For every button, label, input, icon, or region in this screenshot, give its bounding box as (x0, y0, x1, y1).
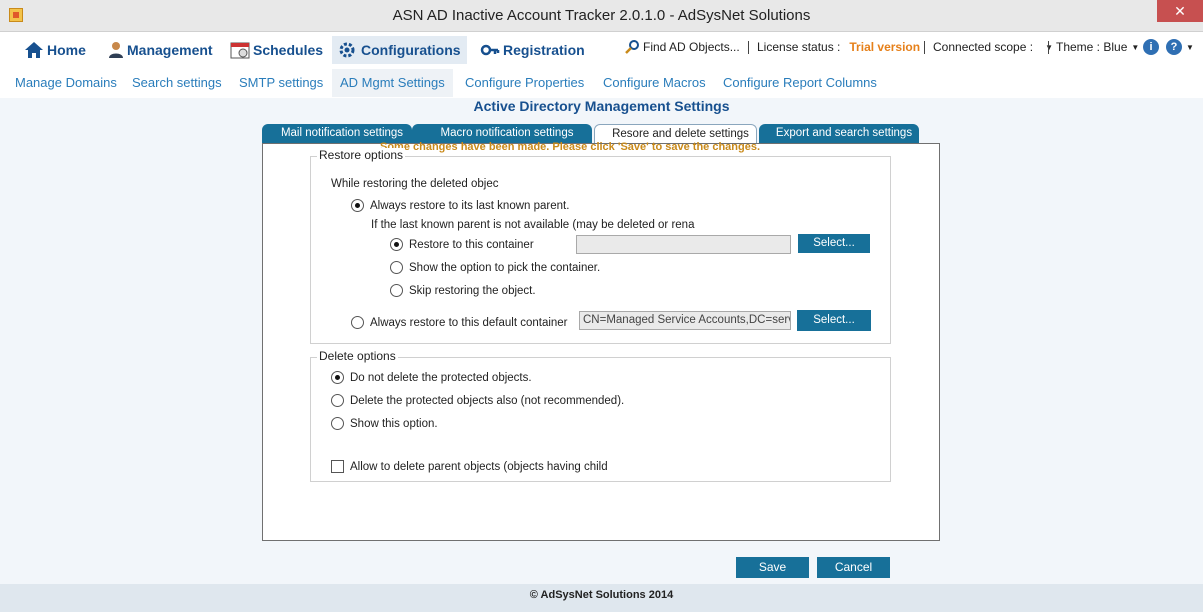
subnav-configure-report-columns[interactable]: Configure Report Columns (723, 75, 877, 90)
title-bar: ASN AD Inactive Account Tracker 2.0.1.0 … (0, 0, 1203, 32)
radio-selected-icon (331, 371, 344, 384)
restore-options-legend: Restore options (317, 148, 406, 162)
radio-restore-last-parent-label: Always restore to its last known parent. (370, 199, 570, 212)
help-button[interactable]: ? ▼ (1166, 39, 1194, 55)
container-input[interactable] (576, 235, 791, 254)
divider (924, 41, 925, 54)
chevron-down-icon: ▼ (1186, 42, 1194, 52)
sub-navigation: Manage Domains Search settings SMTP sett… (8, 66, 1203, 98)
gear-icon (339, 42, 355, 58)
checkbox-delete-parent-objects[interactable]: Allow to delete parent objects (objects … (331, 460, 608, 473)
radio-unselected-icon (331, 394, 344, 407)
find-ad-objects-label: Find AD Objects... (643, 40, 740, 54)
search-icon (625, 40, 639, 54)
parent-unavailable-note: If the last known parent is not availabl… (371, 219, 695, 231)
calendar-icon (230, 42, 250, 59)
nav-configurations[interactable]: Configurations (332, 36, 467, 64)
select-default-container-button[interactable]: Select... (797, 310, 871, 331)
footer-copyright: © AdSysNet Solutions 2014 (0, 584, 1203, 612)
home-icon (25, 42, 43, 58)
radio-delete-protected[interactable]: Delete the protected objects also (not r… (331, 394, 624, 407)
radio-show-pick-container[interactable]: Show the option to pick the container. (390, 261, 600, 274)
chevron-down-icon: ▼ (1045, 42, 1053, 52)
window-title: ASN AD Inactive Account Tracker 2.0.1.0 … (392, 7, 811, 24)
subnav-smtp-settings[interactable]: SMTP settings (239, 75, 323, 90)
subnav-manage-domains[interactable]: Manage Domains (15, 75, 117, 90)
radio-do-not-delete-label: Do not delete the protected objects. (350, 371, 532, 384)
nav-schedules-label: Schedules (253, 42, 324, 58)
tab-export-search[interactable]: Export and search settings (759, 124, 919, 143)
radio-restore-last-parent[interactable]: Always restore to its last known parent. (351, 199, 569, 212)
subnav-configure-macros[interactable]: Configure Macros (603, 75, 706, 90)
checkbox-delete-parent-objects-label: Allow to delete parent objects (objects … (350, 460, 608, 473)
radio-selected-icon (351, 199, 364, 212)
connected-scope-label: Connected scope : (933, 40, 1034, 54)
radio-unselected-icon (390, 284, 403, 297)
theme-dropdown[interactable]: Theme : Blue ▼ (1056, 40, 1139, 54)
theme-label: Theme : Blue (1056, 40, 1128, 54)
page-title: Active Directory Management Settings (473, 98, 730, 114)
radio-unselected-icon (331, 417, 344, 430)
user-icon (109, 42, 123, 58)
license-value: Trial version (849, 40, 921, 54)
info-button[interactable]: i (1143, 39, 1159, 55)
find-ad-objects-link[interactable]: Find AD Objects... (624, 40, 740, 54)
divider (1048, 41, 1049, 54)
radio-show-option-label: Show this option. (350, 417, 438, 430)
radio-restore-to-container[interactable]: Restore to this container (390, 238, 534, 251)
cancel-button[interactable]: Cancel (817, 557, 890, 578)
info-icon: i (1143, 39, 1159, 55)
license-label: License status : (757, 40, 841, 54)
radio-do-not-delete[interactable]: Do not delete the protected objects. (331, 371, 532, 384)
license-status: License status : Trial version (757, 40, 920, 54)
subnav-search-settings[interactable]: Search settings (132, 75, 222, 90)
nav-home-label: Home (47, 42, 86, 58)
save-button[interactable]: Save (736, 557, 809, 578)
close-window-button[interactable]: ✕ (1157, 0, 1203, 22)
nav-configurations-label: Configurations (361, 42, 461, 58)
radio-show-pick-container-label: Show the option to pick the container. (409, 261, 601, 274)
nav-registration-label: Registration (503, 42, 585, 58)
restore-intro-text: While restoring the deleted objec (331, 178, 499, 190)
nav-home[interactable]: Home (24, 40, 86, 60)
select-container-button[interactable]: Select... (798, 234, 870, 253)
divider (748, 41, 749, 54)
help-icon: ? (1166, 39, 1182, 55)
key-icon (480, 44, 500, 56)
nav-management[interactable]: Management (108, 40, 213, 60)
main-navigation: Home Management Schedules Configurations… (8, 32, 1203, 66)
radio-selected-icon (390, 238, 403, 251)
radio-unselected-icon (390, 261, 403, 274)
radio-restore-to-container-label: Restore to this container (409, 238, 534, 251)
default-container-input[interactable]: CN=Managed Service Accounts,DC=serv (579, 311, 791, 330)
radio-restore-default-container-label: Always restore to this default container (370, 316, 568, 329)
chevron-down-icon: ▼ (1131, 42, 1140, 52)
radio-restore-default-container[interactable]: Always restore to this default container (351, 316, 568, 329)
connected-scope-dropdown[interactable]: Connected scope : ▼ (933, 40, 1053, 54)
radio-delete-protected-label: Delete the protected objects also (not r… (350, 394, 625, 407)
nav-schedules[interactable]: Schedules (230, 40, 323, 60)
nav-registration[interactable]: Registration (480, 40, 585, 60)
unsaved-changes-warning: Some changes have been made. Please clic… (380, 141, 761, 153)
radio-unselected-icon (351, 316, 364, 329)
radio-show-option[interactable]: Show this option. (331, 417, 438, 430)
radio-skip-restoring-label: Skip restoring the object. (409, 284, 536, 297)
radio-skip-restoring[interactable]: Skip restoring the object. (390, 284, 536, 297)
nav-management-label: Management (127, 42, 213, 58)
delete-options-legend: Delete options (317, 349, 398, 363)
subnav-configure-properties[interactable]: Configure Properties (465, 75, 584, 90)
subnav-ad-mgmt-settings[interactable]: AD Mgmt Settings (332, 69, 453, 97)
checkbox-icon (331, 460, 344, 473)
